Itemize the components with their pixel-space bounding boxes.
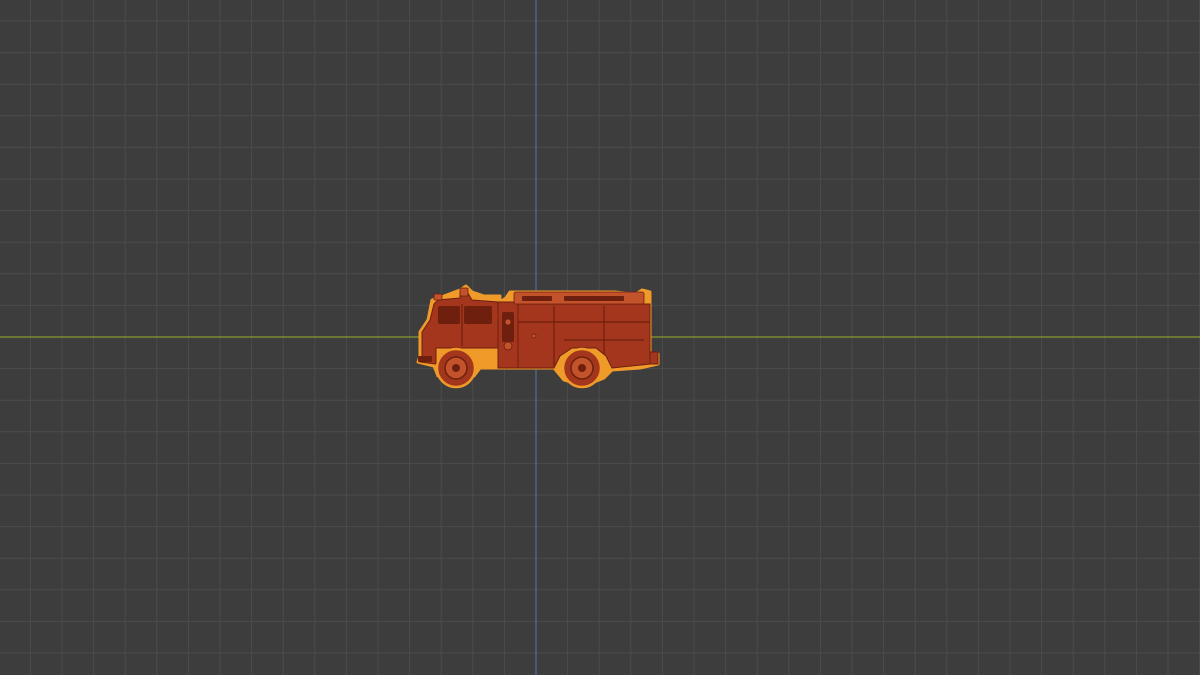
pump-panel — [497, 301, 519, 369]
front-bumper — [418, 356, 432, 362]
rear-wheel — [561, 347, 603, 389]
3d-viewport[interactable] — [0, 0, 1200, 675]
fire-truck-model[interactable] — [414, 282, 662, 394]
front-wheel — [435, 347, 477, 389]
